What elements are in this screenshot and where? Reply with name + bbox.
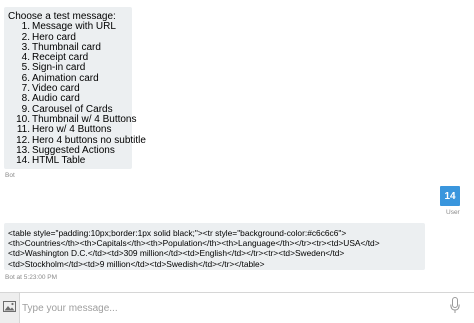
user-sender-label: User (446, 209, 460, 216)
microphone-icon (450, 297, 460, 319)
message-line: <td>Washington D.C.</td><td>309 million<… (8, 248, 345, 259)
message-line: <table style="padding:10px;border:1px so… (8, 228, 347, 238)
message-line: <td>Stockholm</td><td>9 million</td><td>… (8, 258, 265, 269)
message-line: <th>Countries</th><th>Capitals</th><th>P… (8, 238, 380, 249)
message-input[interactable] (22, 299, 427, 317)
upload-button[interactable] (0, 293, 20, 323)
user-message: 14 (440, 186, 460, 206)
microphone-button[interactable] (444, 297, 466, 319)
bot-message-table: <table style="padding:10px;border:1px so… (4, 223, 425, 270)
menu-list: 1. Message with URL 2. Hero card 3. Thumbna… (8, 21, 146, 167)
bot-message-menu: Choose a test message: 1. Message with UR… (4, 7, 146, 169)
bot-timestamp: Bot at 5:23:00 PM (5, 274, 58, 281)
bot-sender-label: Bot (5, 172, 15, 179)
image-upload-icon (3, 299, 16, 317)
message-input-bar (0, 292, 474, 323)
menu-item: 14. HTML Table (16, 155, 86, 167)
